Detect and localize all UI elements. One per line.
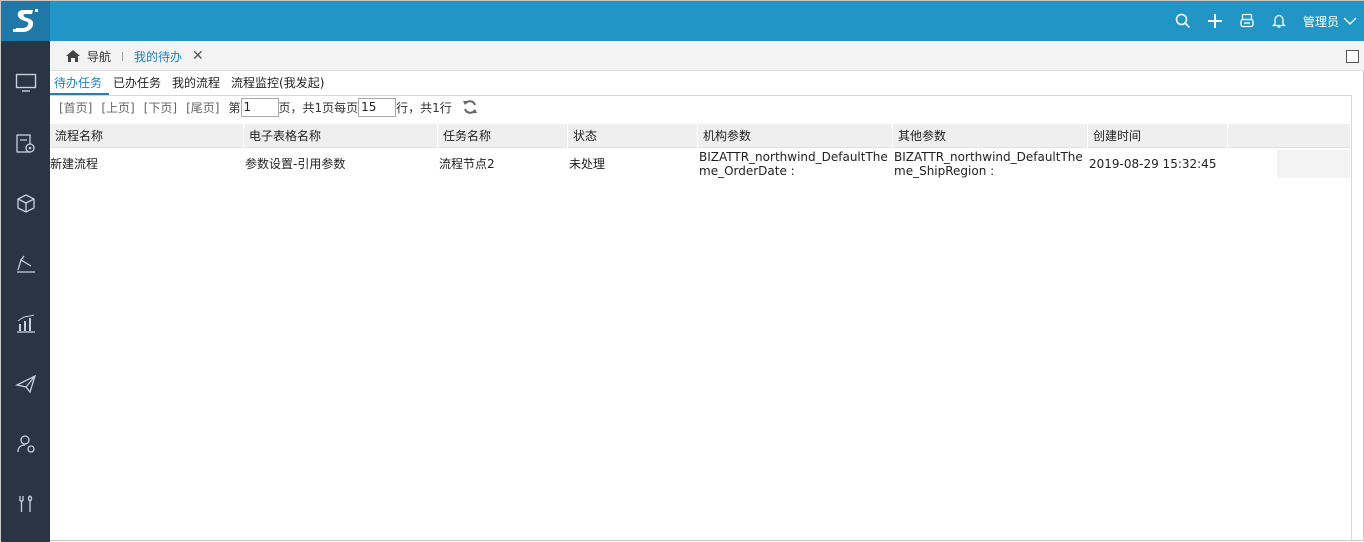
tab-separator xyxy=(122,52,123,61)
chevron-down-icon xyxy=(1343,17,1357,25)
cell-other-params: BIZATTR_northwind_DefaultTheme_ShipRegio… xyxy=(894,150,1083,178)
page-prefix: 第 xyxy=(228,100,241,115)
column-header-org-params[interactable]: 机构参数 xyxy=(698,124,893,148)
printer-icon[interactable] xyxy=(1231,1,1263,41)
tab-my-todo-label: 我的待办 xyxy=(134,49,183,64)
cell-created-time: 2019-08-29 15:32:45 xyxy=(1089,157,1217,171)
first-page-link[interactable]: [首页] xyxy=(59,99,92,116)
rows-per-page-input[interactable] xyxy=(358,97,397,117)
maximize-icon[interactable] xyxy=(1346,50,1359,63)
home-icon xyxy=(66,50,80,62)
column-header-other-params[interactable]: 其他参数 xyxy=(893,124,1088,148)
plus-icon[interactable] xyxy=(1199,1,1231,41)
cell-sheet-name: 参数设置-引用参数 xyxy=(245,157,346,171)
user-menu[interactable]: 管理员 xyxy=(1295,1,1364,41)
subtab-divider xyxy=(50,95,1352,96)
cell-task-name: 流程节点2 xyxy=(439,157,495,171)
cube-icon[interactable] xyxy=(1,184,50,224)
subtab-my-process[interactable]: 我的流程 xyxy=(168,73,227,95)
cell-org-params: BIZATTR_northwind_DefaultTheme_OrderDate… xyxy=(699,150,888,178)
cell-process-name: 新建流程 xyxy=(50,157,99,171)
sidebar xyxy=(1,41,50,542)
column-header-process-name[interactable]: 流程名称 xyxy=(50,124,244,148)
paper-plane-icon[interactable] xyxy=(1,364,50,404)
user-settings-icon[interactable] xyxy=(1,424,50,464)
column-header-task-name[interactable]: 任务名称 xyxy=(438,124,568,148)
bar-chart-icon[interactable] xyxy=(1,304,50,344)
refresh-icon[interactable] xyxy=(462,99,478,115)
table-header: 流程名称 电子表格名称 任务名称 状态 机构参数 其他参数 创建时间 xyxy=(50,124,1350,148)
tab-bar: 导航 我的待办 ✕ xyxy=(50,41,1364,71)
top-bar: 管理员 xyxy=(1,1,1364,41)
content-border xyxy=(1351,95,1352,542)
tab-navigation-label: 导航 xyxy=(87,49,112,64)
subtab-done[interactable]: 已办任务 xyxy=(109,73,168,95)
prev-page-link[interactable]: [上页] xyxy=(101,99,134,116)
tools-icon[interactable] xyxy=(1,484,50,524)
tab-my-todo[interactable]: 我的待办 ✕ xyxy=(134,41,204,71)
subtab-bar: 待办任务 已办任务 我的流程 流程监控(我发起) xyxy=(50,73,331,95)
next-page-link[interactable]: [下页] xyxy=(144,99,177,116)
column-header-status[interactable]: 状态 xyxy=(568,124,698,148)
pager: [首页] [上页] [下页] [尾页] 第 页，共1页每页 行，共1行 xyxy=(59,97,478,117)
close-icon[interactable]: ✕ xyxy=(192,48,204,64)
cell-status: 未处理 xyxy=(569,157,606,171)
tab-navigation[interactable]: 导航 xyxy=(65,41,111,71)
subtab-process-monitor[interactable]: 流程监控(我发起) xyxy=(227,73,331,95)
page-suffix: 页，共1页每页 xyxy=(278,100,359,115)
row-filler xyxy=(1277,150,1350,178)
monitor-icon[interactable] xyxy=(1,63,50,103)
column-header-sheet-name[interactable]: 电子表格名称 xyxy=(244,124,438,148)
pen-icon[interactable] xyxy=(1,244,50,284)
settings-doc-icon[interactable] xyxy=(1,124,50,164)
bell-icon[interactable] xyxy=(1263,1,1295,41)
logo-icon[interactable] xyxy=(1,1,50,41)
app-window: 管理员 导航 我的待办 ✕ 待办任务 已办任务 我的流程 流程监控(我发起) [… xyxy=(0,0,1364,542)
last-page-link[interactable]: [尾页] xyxy=(186,99,219,116)
user-label: 管理员 xyxy=(1302,14,1339,29)
page-number-input[interactable] xyxy=(240,97,279,117)
column-header-created-time[interactable]: 创建时间 xyxy=(1088,124,1228,148)
rows-suffix: 行，共1行 xyxy=(396,100,452,115)
search-icon[interactable] xyxy=(1167,1,1199,41)
subtab-pending[interactable]: 待办任务 xyxy=(50,73,110,95)
table-row[interactable]: 新建流程 参数设置-引用参数 流程节点2 未处理 BIZATTR_northwi… xyxy=(50,150,1350,178)
